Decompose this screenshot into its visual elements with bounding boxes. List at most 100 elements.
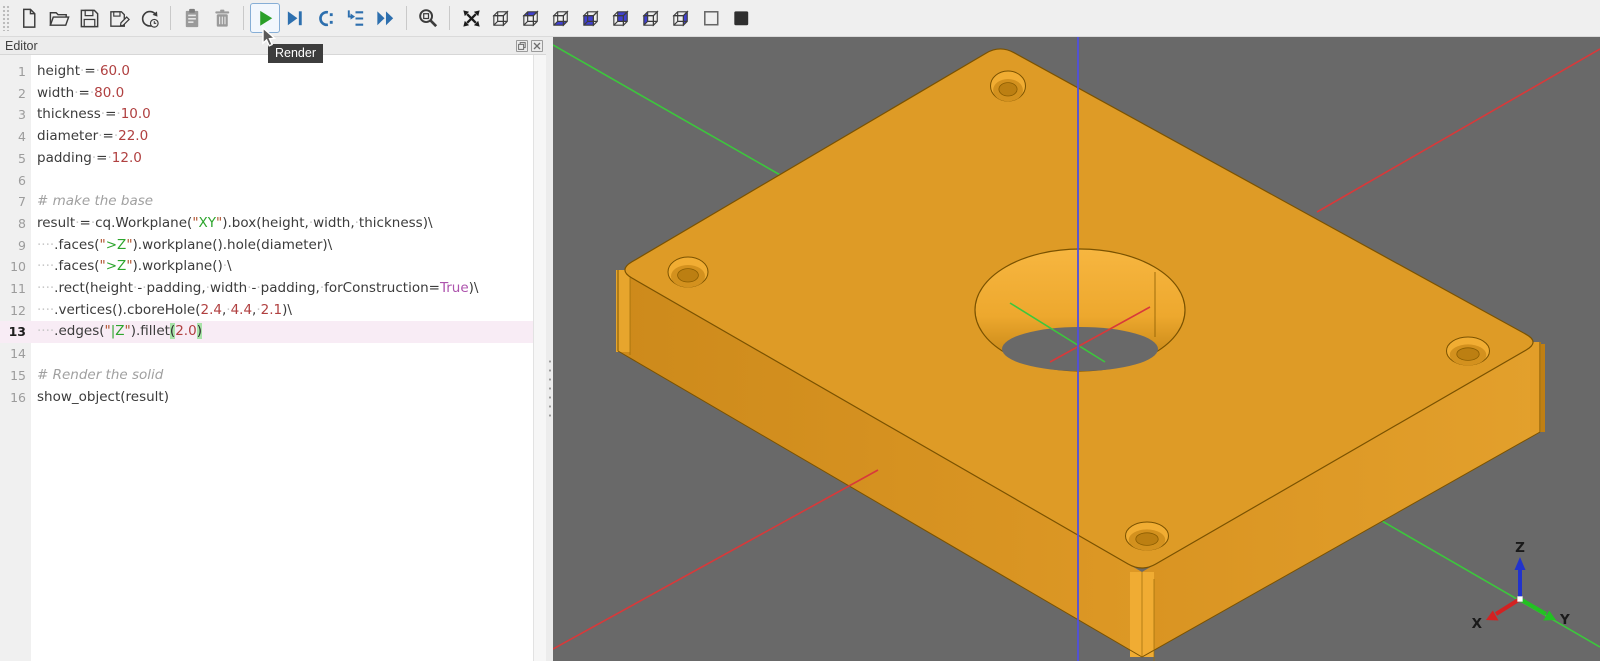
editor-float-button[interactable] [516, 40, 528, 52]
code-text: show_object(result) [37, 387, 169, 409]
corner-hole-back [991, 71, 1026, 101]
code-segment: ) [197, 323, 202, 339]
new-file-button[interactable] [14, 3, 44, 33]
code-text: width·=·80.0 [37, 83, 124, 105]
editor-scrollbar[interactable] [533, 55, 546, 661]
panel-splitter[interactable] [546, 37, 553, 661]
wireframe-square-icon [700, 7, 723, 30]
code-line: 9····.faces(">Z").workplane().hole(diame… [0, 235, 533, 257]
code-text: diameter·=·22.0 [37, 126, 148, 148]
code-line: 14 [0, 343, 533, 365]
trash-icon [211, 7, 234, 30]
left-view-button[interactable] [636, 3, 666, 33]
corner-hole-front [1126, 522, 1169, 550]
wireframe-button[interactable] [696, 3, 726, 33]
code-text: ····.faces(">Z").workplane()·\ [37, 256, 232, 278]
shaded-button[interactable] [726, 3, 756, 33]
code-segment: show_object(result) [37, 389, 169, 405]
open-file-button[interactable] [44, 3, 74, 33]
step-over-icon [314, 7, 337, 30]
code-line: 4 diameter·=·22.0 [0, 126, 533, 148]
code-segment: ···· [37, 323, 54, 339]
code-segment: \ [227, 258, 232, 274]
code-segment: True [440, 280, 469, 296]
code-segment: ).workplane().hole(diameter)\ [133, 237, 333, 253]
fit-view-button[interactable] [456, 3, 486, 33]
line-number: 14 [0, 343, 26, 365]
code-line: 3thickness·=·10.0 [0, 104, 533, 126]
code-segment: .edges( [54, 323, 104, 339]
code-segment: |Z [111, 323, 125, 339]
code-segment: forConstruction= [324, 280, 440, 296]
iso-view-button[interactable] [486, 3, 516, 33]
line-number: 4 [0, 126, 26, 148]
code-segment: width [210, 280, 247, 296]
back-view-button[interactable] [606, 3, 636, 33]
line-number: 12 [0, 300, 26, 322]
code-segment: padding, [261, 280, 320, 296]
code-line: 13····.edges("|Z").fillet(2.0) [0, 321, 533, 343]
toolbar-grip[interactable] [2, 5, 10, 31]
delete-button[interactable] [207, 3, 237, 33]
code-segment: ···· [37, 237, 54, 253]
code-segment: 4.4 [231, 302, 252, 318]
cube-bottom-icon [550, 7, 573, 30]
cube-iso-icon [490, 7, 513, 30]
code-segment: ).fillet [131, 323, 170, 339]
code-segment: ).box(height, [222, 215, 309, 231]
cube-right-icon [670, 7, 693, 30]
code-line: 12 ····.vertices().cboreHole(2.4,·4.4,·2.… [0, 300, 533, 322]
save-icon [78, 7, 101, 30]
code-segment: # Render the solid [37, 367, 163, 383]
toolbar-separator [237, 5, 250, 31]
toolbar-separator [400, 5, 413, 31]
right-view-button[interactable] [666, 3, 696, 33]
bottom-view-button[interactable] [546, 3, 576, 33]
clipboard-icon [181, 7, 204, 30]
continue-icon [374, 7, 397, 30]
code-line: 2width·=·80.0 [0, 83, 533, 105]
code-segment: thickness [37, 106, 101, 122]
code-line: 5 padding·=·12.0 [0, 148, 533, 170]
code-segment: 2.0 [175, 323, 196, 339]
front-view-button[interactable] [576, 3, 606, 33]
center-hole [975, 249, 1185, 371]
code-segment: .vertices().cboreHole( [54, 302, 200, 318]
top-view-button[interactable] [516, 3, 546, 33]
code-segment: diameter [37, 128, 98, 144]
code-segment: # make the base [37, 193, 153, 209]
save-button[interactable] [74, 3, 104, 33]
step-over-button[interactable] [310, 3, 340, 33]
paste-button[interactable] [177, 3, 207, 33]
autoreload-button[interactable] [134, 3, 164, 33]
line-number: 16 [0, 387, 26, 409]
line-number: 5 [0, 148, 26, 170]
line-number: 13 [0, 321, 26, 343]
code-line: 1height·=·60.0 [0, 61, 533, 83]
line-number: 10 [0, 256, 26, 278]
code-segment: width [37, 85, 74, 101]
code-segment: ).workplane() [133, 258, 223, 274]
code-segment: )\ [469, 280, 479, 296]
step-into-button[interactable] [340, 3, 370, 33]
debug-button[interactable] [280, 3, 310, 33]
code-editor[interactable]: 1height·=·60.02width·=·80.03thickness·=·… [0, 55, 533, 661]
editor-close-button[interactable] [531, 40, 543, 52]
line-number: 9 [0, 235, 26, 257]
viewport-3d[interactable]: Z X Y [553, 37, 1600, 661]
code-line: 15 # Render the solid [0, 365, 533, 387]
continue-button[interactable] [370, 3, 400, 33]
code-segment: XY [199, 215, 217, 231]
save-as-icon [108, 7, 131, 30]
code-text: padding·=·12.0 [37, 148, 142, 170]
code-text: ····.vertices().cboreHole(2.4,·4.4,·2.1)… [37, 300, 292, 322]
code-segment: thickness)\ [359, 215, 433, 231]
corner-hole-left [668, 257, 708, 287]
code-segment: 80.0 [94, 85, 124, 101]
code-segment: 2.4 [200, 302, 221, 318]
step-into-icon [344, 7, 367, 30]
inspect-button[interactable] [413, 3, 443, 33]
fit-arrows-icon [460, 7, 483, 30]
line-number: 15 [0, 365, 26, 387]
save-as-button[interactable] [104, 3, 134, 33]
